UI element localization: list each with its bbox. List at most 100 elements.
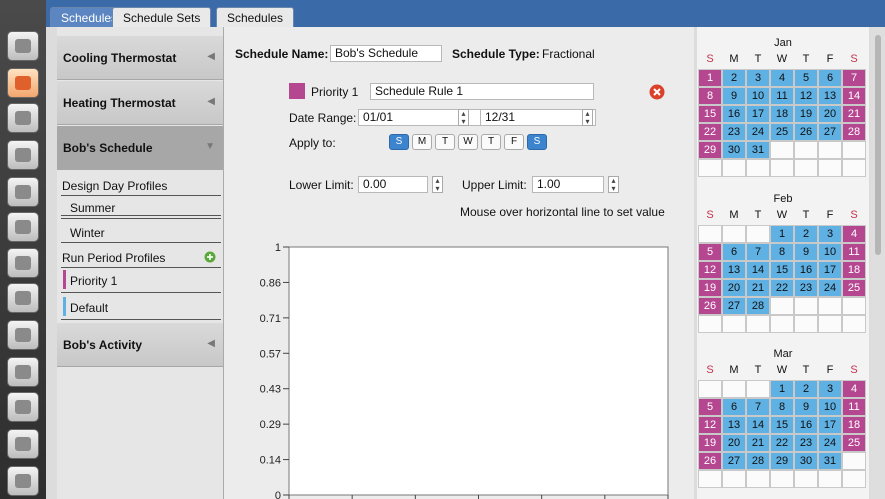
calendar-day[interactable]: 23 [794, 434, 818, 452]
date-end-stepper[interactable]: ▴ ▾ [582, 109, 593, 126]
calendar-day[interactable]: 15 [770, 416, 794, 434]
calendar-day[interactable]: 1 [698, 69, 722, 87]
settings-icon[interactable] [7, 429, 39, 459]
calendar-day[interactable]: 9 [794, 243, 818, 261]
date-start-stepper[interactable]: ▴ ▾ [458, 109, 469, 126]
calendar-day[interactable]: 30 [794, 452, 818, 470]
calendar-icon[interactable] [7, 68, 39, 98]
calendar-day[interactable]: 9 [722, 87, 746, 105]
day-toggle-5[interactable]: F [504, 134, 524, 150]
calendar-day[interactable]: 23 [722, 123, 746, 141]
tab-schedules[interactable]: Schedules [216, 7, 295, 27]
calendar-day[interactable]: 18 [842, 416, 866, 434]
calendar-day[interactable]: 13 [818, 87, 842, 105]
calendar-day[interactable]: 15 [698, 105, 722, 123]
calendar-day[interactable]: 20 [722, 279, 746, 297]
calendar-day[interactable]: 22 [770, 434, 794, 452]
calendar-day[interactable]: 12 [698, 416, 722, 434]
constructions-icon[interactable] [7, 212, 39, 242]
add-profile-icon[interactable] [204, 251, 216, 263]
tab-schedule-sets[interactable]: Schedule Sets [112, 7, 212, 27]
calendar-day[interactable]: 19 [794, 105, 818, 123]
calendar-day[interactable]: 25 [770, 123, 794, 141]
calendar-day[interactable]: 24 [818, 279, 842, 297]
calendar-day[interactable]: 14 [842, 87, 866, 105]
calendar-day[interactable]: 31 [746, 141, 770, 159]
profile-winter[interactable]: Winter [57, 220, 223, 244]
calendar-day[interactable]: 29 [770, 452, 794, 470]
calendar-day[interactable]: 8 [770, 243, 794, 261]
date-end-input[interactable]: 12/31 [480, 109, 596, 126]
upper-limit-stepper[interactable]: ▴ ▾ [608, 176, 619, 193]
loops-icon[interactable] [7, 357, 39, 387]
calendar-day[interactable]: 5 [698, 243, 722, 261]
calendar-day[interactable]: 21 [746, 434, 770, 452]
day-toggle-6[interactable]: S [527, 134, 547, 150]
sidebar-item-cooling[interactable]: Cooling Thermostat ◀ [57, 36, 223, 80]
calendar-day[interactable]: 6 [722, 243, 746, 261]
loads-icon[interactable] [7, 177, 39, 207]
day-toggle-3[interactable]: W [458, 134, 478, 150]
sidebar-item-bobs-activity[interactable]: Bob's Activity ◀ [57, 323, 223, 367]
calendar-day[interactable]: 22 [770, 279, 794, 297]
calendar-day[interactable]: 26 [794, 123, 818, 141]
calendar-day[interactable]: 11 [842, 398, 866, 416]
space-icon[interactable] [7, 140, 39, 170]
calendar-day[interactable]: 27 [722, 452, 746, 470]
results-icon[interactable] [7, 466, 39, 496]
upper-limit-input[interactable]: 1.00 [532, 176, 604, 193]
calendar-day[interactable]: 21 [746, 279, 770, 297]
schedule-chart[interactable]: 00.140.290.430.570.710.8610:004:008:0012… [224, 227, 694, 499]
delete-rule-icon[interactable] [649, 84, 665, 100]
scrollbar-thumb[interactable] [875, 35, 881, 255]
calendar-day[interactable]: 16 [794, 416, 818, 434]
calendar-day[interactable]: 26 [698, 452, 722, 470]
calendar-day[interactable]: 1 [770, 380, 794, 398]
calendar-day[interactable]: 26 [698, 297, 722, 315]
calendar-day[interactable]: 28 [746, 452, 770, 470]
day-toggle-2[interactable]: T [435, 134, 455, 150]
sidebar-item-bobs-schedule[interactable]: Bob's Schedule ▼ [57, 126, 223, 170]
calendar-day[interactable]: 17 [818, 261, 842, 279]
calendar-day[interactable]: 13 [722, 416, 746, 434]
measures-icon[interactable] [7, 392, 39, 422]
calendar-day[interactable]: 5 [698, 398, 722, 416]
calendar-day[interactable]: 3 [818, 380, 842, 398]
calendar-day[interactable]: 2 [794, 380, 818, 398]
calendar-day[interactable]: 6 [722, 398, 746, 416]
materials-icon[interactable] [7, 283, 39, 313]
calendar-day[interactable]: 16 [722, 105, 746, 123]
geometry-icon[interactable] [7, 248, 39, 278]
calendar-day[interactable]: 4 [770, 69, 794, 87]
calendar-day[interactable]: 6 [818, 69, 842, 87]
calendar-day[interactable]: 7 [842, 69, 866, 87]
day-toggle-0[interactable]: S [389, 134, 409, 150]
calendar-day[interactable]: 10 [746, 87, 770, 105]
calendar-day[interactable]: 4 [842, 225, 866, 243]
building-icon[interactable] [7, 103, 39, 133]
calendar-day[interactable]: 22 [698, 123, 722, 141]
calendar-day[interactable]: 31 [818, 452, 842, 470]
calendar-day[interactable]: 7 [746, 398, 770, 416]
calendar-day[interactable]: 30 [722, 141, 746, 159]
calendar-day[interactable]: 11 [842, 243, 866, 261]
calendar-day[interactable]: 3 [818, 225, 842, 243]
calendar-day[interactable]: 17 [818, 416, 842, 434]
calendar-day[interactable]: 20 [818, 105, 842, 123]
calendar-day[interactable]: 27 [818, 123, 842, 141]
calendar-day[interactable]: 12 [794, 87, 818, 105]
globe-icon[interactable] [7, 31, 39, 61]
calendar-scrollbar[interactable] [871, 27, 885, 499]
calendar-day[interactable]: 19 [698, 434, 722, 452]
calendar-day[interactable]: 16 [794, 261, 818, 279]
calendar-day[interactable]: 18 [770, 105, 794, 123]
day-toggle-4[interactable]: T [481, 134, 501, 150]
calendar-day[interactable]: 12 [698, 261, 722, 279]
calendar-day[interactable]: 29 [698, 141, 722, 159]
calendar-day[interactable]: 28 [842, 123, 866, 141]
priority-color-swatch[interactable] [289, 83, 305, 99]
calendar-day[interactable]: 2 [722, 69, 746, 87]
profile-priority-1[interactable]: Priority 1 [57, 268, 223, 292]
rule-name-input[interactable]: Schedule Rule 1 [370, 83, 594, 100]
calendar-day[interactable]: 10 [818, 243, 842, 261]
